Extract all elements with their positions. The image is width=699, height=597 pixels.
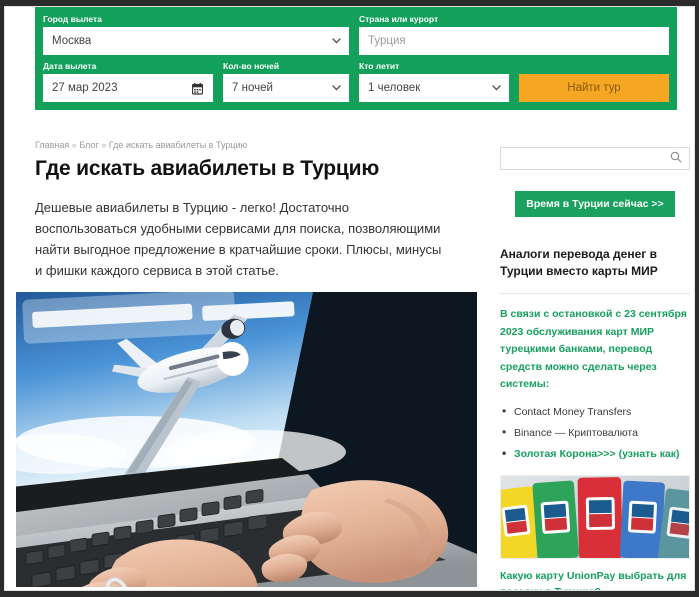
breadcrumb-separator: » <box>101 140 107 150</box>
departure-city-value: Москва <box>52 35 92 47</box>
breadcrumb: Главная » Блог » Где искать авиабилеты в… <box>35 140 455 150</box>
tour-search-form: Город вылета Москва Страна или курорт Ту… <box>35 7 677 110</box>
nights-count-group: Кол-во ночей 7 ночей <box>223 61 349 102</box>
search-form-row-1: Город вылета Москва Страна или курорт Ту… <box>43 14 669 55</box>
turkey-time-button[interactable]: Время в Турции сейчас >> <box>515 191 675 217</box>
travellers-group: Кто летит 1 человек <box>359 61 509 102</box>
unionpay-article-link[interactable]: Какую карту UnionPay выбрать для поездки… <box>500 568 690 591</box>
sidebar-green-note: В связи с остановкой с 23 сентября 2023 … <box>500 308 687 390</box>
departure-date-group: Дата вылета 27 мар 2023 <box>43 61 213 102</box>
chevron-down-icon <box>332 38 341 44</box>
article-header: Главная » Блог » Где искать авиабилеты в… <box>35 140 455 309</box>
time-button-row: Время в Турции сейчас >> <box>500 191 690 217</box>
departure-city-label: Город вылета <box>43 14 102 24</box>
hero-illustration <box>16 292 477 587</box>
submit-spacer-label <box>519 61 669 72</box>
sidebar-heading: Аналоги перевода денег в Турции вместо к… <box>500 247 658 278</box>
page-container: Город вылета Москва Страна или курорт Ту… <box>4 6 695 591</box>
departure-date-input[interactable]: 27 мар 2023 <box>43 74 213 102</box>
breadcrumb-section[interactable]: Блог <box>79 140 98 150</box>
departure-city-select[interactable]: Москва <box>43 27 349 55</box>
chevron-down-icon <box>492 85 501 91</box>
list-item: Contact Money Transfers <box>500 403 690 420</box>
departure-date-label: Дата вылета <box>43 61 97 71</box>
breadcrumb-separator: » <box>71 140 77 150</box>
breadcrumb-current: Где искать авиабилеты в Турцию <box>108 140 248 150</box>
search-icon[interactable] <box>670 150 682 168</box>
travellers-value: 1 человек <box>368 82 421 94</box>
unionpay-card-thumbnail[interactable] <box>500 474 690 559</box>
article-hero-image <box>16 292 477 587</box>
departure-date-value: 27 мар 2023 <box>52 82 118 94</box>
departure-city-group: Город вылета Москва <box>43 14 349 55</box>
submit-group: Найти тур <box>519 61 669 102</box>
country-resort-label: Страна или курорт <box>359 14 439 24</box>
country-resort-value: Турция <box>368 35 406 47</box>
unionpay-cards-illustration <box>501 475 689 558</box>
calendar-icon[interactable] <box>191 82 204 100</box>
transfer-systems-list: Contact Money Transfers Binance — Крипто… <box>500 403 690 462</box>
article-lede: Дешевые авиабилеты в Турцию - легко! Дос… <box>35 200 442 278</box>
page-title: Где искать авиабилеты в Турцию <box>35 157 380 180</box>
nights-count-value: 7 ночей <box>232 82 273 94</box>
country-resort-input[interactable]: Турция <box>359 27 669 55</box>
list-item: Binance — Криптовалюта <box>500 424 690 441</box>
travellers-label: Кто летит <box>359 61 400 71</box>
nights-count-label: Кол-во ночей <box>223 61 280 71</box>
nights-count-select[interactable]: 7 ночей <box>223 74 349 102</box>
country-resort-group: Страна или курорт Турция <box>359 14 669 55</box>
chevron-down-icon <box>332 85 341 91</box>
sidebar: Время в Турции сейчас >> Аналоги перевод… <box>500 147 690 591</box>
travellers-select[interactable]: 1 человек <box>359 74 509 102</box>
breadcrumb-home[interactable]: Главная <box>35 140 69 150</box>
search-form-row-2: Дата вылета 27 мар 2023 Кол-во ночей 7 н… <box>43 61 669 102</box>
sidebar-search[interactable] <box>500 147 690 170</box>
sidebar-divider <box>500 293 690 294</box>
list-item-zolotaya-korona-link[interactable]: Золотая Корона>>> (узнать как) <box>500 445 690 462</box>
find-tour-button[interactable]: Найти тур <box>519 74 669 102</box>
search-input[interactable] <box>508 152 670 165</box>
